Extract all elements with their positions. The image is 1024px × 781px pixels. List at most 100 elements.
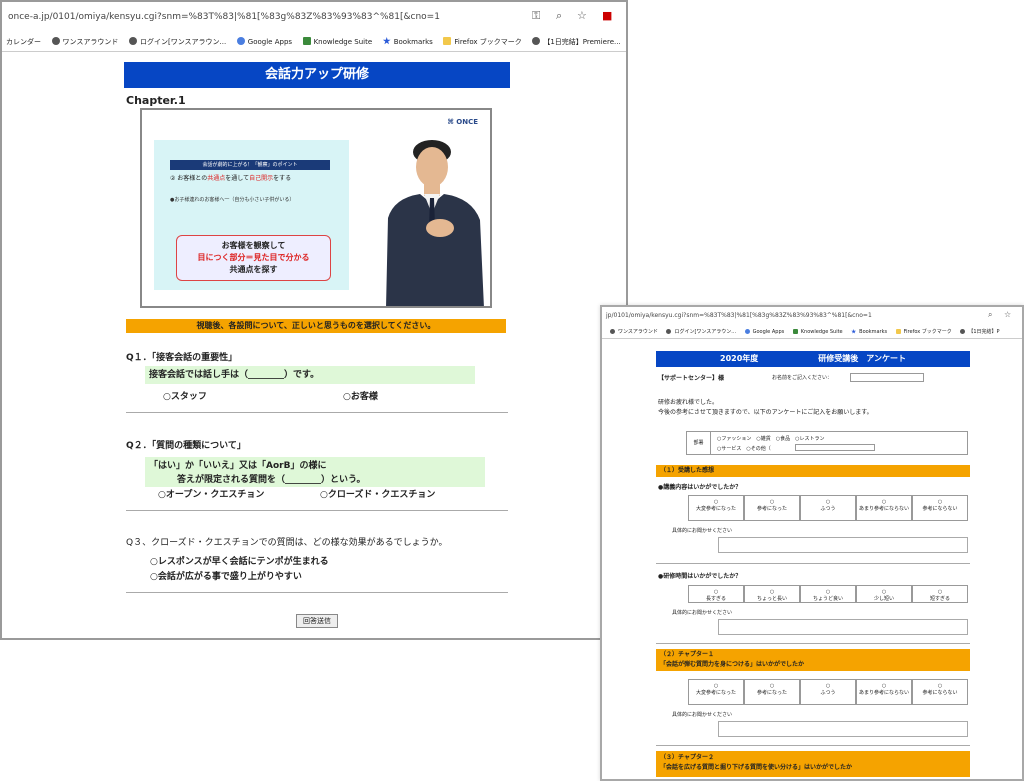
bookmark-label[interactable]: Firefox ブックマーク bbox=[454, 38, 521, 46]
divider bbox=[126, 412, 508, 413]
bookmark-label[interactable]: ログイン[ワンスアラウン... bbox=[140, 38, 226, 46]
duration-label: 少し短い bbox=[873, 596, 894, 602]
folder-icon bbox=[443, 37, 452, 45]
url-text[interactable]: once-a.jp/0101/omiya/kensyu.cgi?snm=%83T… bbox=[8, 12, 440, 22]
survey-heading: 研修受講後 アンケート bbox=[818, 354, 906, 363]
bookmark-item-wrap[interactable]: Knowledge Suite bbox=[792, 325, 843, 338]
bookmark-item-wrap[interactable]: Google Apps bbox=[744, 325, 785, 338]
bookmark-label[interactable]: ワンスアラウンド bbox=[63, 38, 119, 46]
callout-line: 共通点を探す bbox=[229, 265, 278, 274]
bookmark-item-wrap[interactable]: 【1日完結】P bbox=[960, 325, 1000, 338]
bookmark-label[interactable]: Bookmarks bbox=[394, 38, 433, 46]
q3-option-response[interactable]: ○レスポンスが早く会話にテンポが生まれる bbox=[150, 554, 329, 567]
bookmark-item-wrap[interactable]: Firefox ブックマーク bbox=[443, 32, 522, 51]
dept-other-input[interactable] bbox=[795, 444, 875, 451]
bookmark-item-wrap[interactable]: ワンスアラウンド bbox=[51, 32, 119, 51]
bookmarks-bar: ワンスアラウンド ログイン[ワンスアラウン... Google Apps Kno… bbox=[602, 325, 1022, 339]
bookmark-item[interactable]: カレンダー bbox=[6, 32, 41, 51]
section-2-header: （２）チャプター１ 「会話が弾む質問力を身につける」はいかがでしたか bbox=[656, 649, 970, 671]
name-input[interactable] bbox=[850, 373, 924, 382]
rating-option[interactable]: ○ あまり参考にならない bbox=[856, 495, 912, 521]
q3-title: Q３、クローズド・クエスチョンでの質問は、どの様な効果があるでしょうか。 bbox=[126, 538, 448, 548]
q1-option-staff[interactable]: ○スタッフ bbox=[163, 389, 207, 402]
question-duration: ●研修時間はいかがでしたか？ bbox=[658, 573, 742, 580]
rating-option[interactable]: ○ 大変参考になった bbox=[688, 495, 744, 521]
address-bar[interactable]: jp/0101/omiya/kensyu.cgi?snm=%83T%83|%81… bbox=[602, 307, 1022, 325]
bookmark-label[interactable]: ワンスアラウンド bbox=[618, 329, 658, 335]
slide-text-red: 共通点 bbox=[207, 175, 226, 182]
slide-text: を通して bbox=[225, 175, 250, 182]
folder-icon bbox=[895, 329, 901, 334]
address-bar[interactable]: once-a.jp/0101/omiya/kensyu.cgi?snm=%83T… bbox=[2, 2, 626, 32]
reason-textarea[interactable] bbox=[718, 619, 968, 635]
reason-textarea[interactable] bbox=[718, 537, 968, 553]
center-name: 【サポートセンター】様 bbox=[658, 375, 725, 382]
bookmark-label[interactable]: 【1日完結】P bbox=[968, 329, 999, 335]
bookmark-item-wrap[interactable]: ワンスアラウンド bbox=[610, 325, 658, 338]
duration-option[interactable]: ○ ちょっと長い bbox=[744, 585, 800, 603]
rating-option[interactable]: ○ ふつう bbox=[800, 679, 856, 705]
rating-option[interactable]: ○ 参考にならない bbox=[912, 679, 968, 705]
survey-title: 2020年度 研修受講後 アンケート bbox=[656, 351, 970, 367]
bookmark-item-wrap[interactable]: ログイン[ワンスアラウン... bbox=[128, 32, 226, 51]
q1-option-customer[interactable]: ○お客様 bbox=[343, 389, 378, 402]
rating-option[interactable]: ○ ふつう bbox=[800, 495, 856, 521]
section-3-title: （３）チャプター２ bbox=[660, 754, 714, 761]
q2-option-closed[interactable]: ○クローズド・クエスチョン bbox=[320, 487, 435, 500]
rating-option[interactable]: ○ 参考にならない bbox=[912, 495, 968, 521]
browser-window-main: once-a.jp/0101/omiya/kensyu.cgi?snm=%83T… bbox=[0, 0, 628, 640]
logo-mark-icon: ⌘ bbox=[447, 118, 457, 126]
bookmark-item-wrap[interactable]: Bookmarks bbox=[851, 325, 887, 338]
q3-option-expand[interactable]: ○会話が広がる事で盛り上がりやすい bbox=[150, 569, 302, 582]
rating-label: 参考にならない bbox=[922, 690, 958, 696]
divider bbox=[126, 592, 508, 593]
knowledge-suite-icon bbox=[792, 329, 798, 334]
bookmark-item-wrap[interactable]: Bookmarks bbox=[382, 32, 433, 51]
bookmark-label[interactable]: Google Apps bbox=[248, 38, 292, 46]
bookmark-item-wrap[interactable]: Firefox ブックマーク bbox=[895, 325, 952, 338]
bookmark-label[interactable]: Google Apps bbox=[753, 329, 785, 335]
dept-options[interactable]: ○ファッション ○雑貨 ○食品 ○レストラン bbox=[717, 435, 824, 442]
duration-option[interactable]: ○ 長すぎる bbox=[688, 585, 744, 603]
zoom-icon[interactable]: ⌕ bbox=[556, 9, 562, 23]
star-icon[interactable]: ☆ bbox=[577, 9, 587, 22]
duration-option[interactable]: ○ ちょうど良い bbox=[800, 585, 856, 603]
chapter-label: Chapter.1 bbox=[126, 94, 186, 107]
q2-option-open[interactable]: ○オープン・クエスチョン bbox=[158, 487, 264, 500]
bookmark-item-wrap[interactable]: ログイン[ワンスアラウン... bbox=[666, 325, 736, 338]
bookmark-item-wrap[interactable]: 【1日完結】Premiere... bbox=[532, 32, 621, 51]
pdf-extension-icon[interactable]: ■ bbox=[602, 9, 612, 22]
google-icon bbox=[236, 37, 245, 45]
q1-prompt: 接客会話では話し手は（________）です。 bbox=[145, 366, 475, 384]
bookmark-item-wrap[interactable]: Knowledge Suite bbox=[302, 32, 373, 51]
bookmark-item-wrap[interactable]: Google Apps bbox=[236, 32, 292, 51]
video-slide[interactable]: ⌘ ONCE 会話が劇的に上がる！「観察」のポイント ② お客様との共通点を通し… bbox=[140, 108, 492, 308]
dept-options[interactable]: ○サービス ○その他（ bbox=[717, 445, 771, 452]
rating-option[interactable]: ○ 参考になった bbox=[744, 495, 800, 521]
star-icon[interactable]: ☆ bbox=[1004, 310, 1011, 319]
bookmark-star-icon bbox=[851, 329, 857, 334]
rating-option[interactable]: ○ あまり参考にならない bbox=[856, 679, 912, 705]
globe-icon bbox=[532, 37, 541, 45]
zoom-icon[interactable]: ⌕ bbox=[988, 310, 992, 320]
radio-icon: ○ bbox=[769, 683, 775, 689]
url-text[interactable]: jp/0101/omiya/kensyu.cgi?snm=%83T%83|%81… bbox=[606, 312, 872, 319]
submit-button[interactable]: 回答送信 bbox=[296, 614, 338, 628]
section-1-header: （１）受講した感想 bbox=[656, 465, 970, 477]
presenter-image bbox=[386, 140, 484, 306]
bookmark-label[interactable]: Bookmarks bbox=[859, 329, 887, 335]
duration-option[interactable]: ○ 少し短い bbox=[856, 585, 912, 603]
bookmark-label[interactable]: 【1日完結】Premiere... bbox=[543, 38, 620, 46]
key-icon[interactable]: ⚿ bbox=[532, 9, 540, 23]
reason-textarea[interactable] bbox=[718, 721, 968, 737]
duration-option[interactable]: ○ 短すぎる bbox=[912, 585, 968, 603]
rating-option[interactable]: ○ 参考になった bbox=[744, 679, 800, 705]
bookmark-label[interactable]: Knowledge Suite bbox=[314, 38, 373, 46]
duration-label: ちょっと長い bbox=[756, 596, 787, 602]
bookmark-label[interactable]: Firefox ブックマーク bbox=[904, 329, 952, 335]
globe-icon bbox=[960, 329, 966, 334]
dept-label: 部署 bbox=[687, 432, 711, 454]
rating-option[interactable]: ○ 大変参考になった bbox=[688, 679, 744, 705]
bookmark-label[interactable]: Knowledge Suite bbox=[801, 329, 843, 335]
bookmark-label[interactable]: ログイン[ワンスアラウン... bbox=[674, 329, 736, 335]
